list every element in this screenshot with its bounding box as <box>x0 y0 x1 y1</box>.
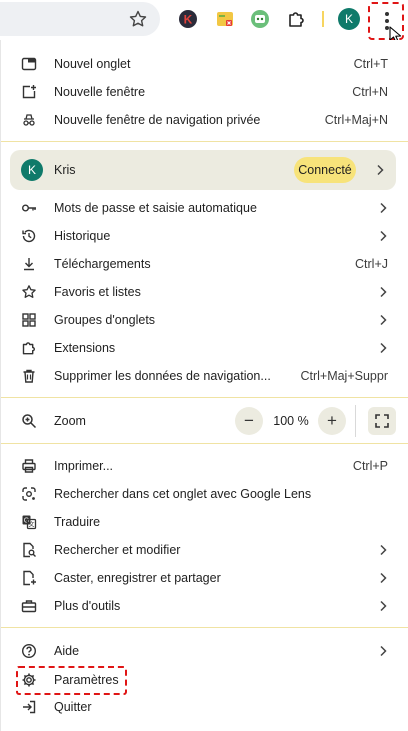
profile-avatar-button[interactable]: K <box>338 8 360 30</box>
exit-icon <box>23 700 36 714</box>
find-page-icon <box>23 542 36 558</box>
menu-item-label: Imprimer... <box>54 459 114 473</box>
zoom-out-button[interactable]: − <box>235 407 263 435</box>
history-icon <box>22 229 36 243</box>
svg-text:K: K <box>184 13 193 27</box>
chevron-right-icon <box>380 230 387 242</box>
shortcut-text: Ctrl+J <box>355 257 388 271</box>
fullscreen-button[interactable] <box>368 407 396 435</box>
menu-item-label: Traduire <box>54 515 101 529</box>
menu-divider <box>1 443 408 444</box>
menu-item-new-window[interactable]: Nouvelle fenêtre Ctrl+N <box>1 78 408 106</box>
menu-item-passwords[interactable]: Mots de passe et saisie automatique <box>1 194 408 222</box>
menu-item-translate[interactable]: G文 Traduire <box>1 508 408 536</box>
chevron-right-icon <box>380 286 387 298</box>
profile-row[interactable]: K Kris Connecté <box>10 150 396 190</box>
toolbox-icon <box>21 600 37 613</box>
browser-toolbar: K K <box>0 0 408 44</box>
shortcut-text: Ctrl+Maj+N <box>324 113 388 127</box>
shortcut-text: Ctrl+N <box>352 85 388 99</box>
menu-item-label: Mots de passe et saisie automatique <box>54 201 257 215</box>
menu-item-label: Rechercher et modifier <box>54 543 181 557</box>
printer-icon <box>22 459 36 473</box>
profile-name: Kris <box>54 163 76 177</box>
puzzle-icon[interactable] <box>286 9 306 29</box>
menu-item-extensions[interactable]: Extensions <box>1 334 408 362</box>
chevron-right-icon <box>380 645 387 657</box>
menu-item-label: Aide <box>54 644 80 658</box>
new-window-icon <box>22 85 36 99</box>
menu-item-label: Plus d'outils <box>54 599 121 613</box>
k-extension-icon[interactable]: K <box>178 9 198 29</box>
menu-item-label: Rechercher dans cet onglet avec Google L… <box>54 487 312 501</box>
zoom-separator <box>355 405 356 437</box>
menu-item-print[interactable]: Imprimer... Ctrl+P <box>1 452 408 480</box>
menu-item-google-lens[interactable]: Rechercher dans cet onglet avec Google L… <box>1 480 408 508</box>
zoom-icon <box>22 414 37 429</box>
menu-item-clear-data[interactable]: Supprimer les données de navigation... C… <box>1 362 408 390</box>
menu-item-label: Caster, enregistrer et partager <box>54 571 221 585</box>
new-tab-icon <box>21 57 37 71</box>
translate-icon: G文 <box>22 515 37 530</box>
chrome-main-menu: Nouvel onglet Ctrl+T Nouvelle fenêtre Ct… <box>0 40 408 731</box>
menu-item-label: Favoris et listes <box>54 285 141 299</box>
menu-item-new-tab[interactable]: Nouvel onglet Ctrl+T <box>1 50 408 78</box>
key-icon <box>22 204 36 212</box>
trash-icon <box>23 369 35 383</box>
chevron-right-icon <box>380 202 387 214</box>
zoom-in-button[interactable]: + <box>318 407 346 435</box>
chevron-right-icon <box>380 314 387 326</box>
zoom-row: Zoom − 100 % + <box>1 402 408 440</box>
cast-save-share-icon <box>23 570 36 586</box>
chevron-right-icon <box>377 164 384 176</box>
bookmark-star-icon[interactable] <box>128 9 148 29</box>
svg-text:文: 文 <box>28 521 34 529</box>
zoom-level: 100 % <box>273 414 309 428</box>
menu-item-label: Extensions <box>54 341 116 355</box>
chevron-right-icon <box>380 572 387 584</box>
menu-item-bookmarks[interactable]: Favoris et listes <box>1 278 408 306</box>
menu-item-find-edit[interactable]: Rechercher et modifier <box>1 536 408 564</box>
menu-item-label: Historique <box>54 229 111 243</box>
chevron-right-icon <box>380 600 387 612</box>
menu-item-cast[interactable]: Caster, enregistrer et partager <box>1 564 408 592</box>
menu-item-label: Nouvelle fenêtre de navigation privée <box>54 113 261 127</box>
shortcut-text: Ctrl+P <box>352 459 388 473</box>
robot-extension-icon[interactable] <box>250 9 270 29</box>
shortcut-text: Ctrl+T <box>353 57 388 71</box>
shortcut-text: Ctrl+Maj+Suppr <box>300 369 388 383</box>
menu-divider <box>1 141 408 142</box>
menu-item-incognito[interactable]: Nouvelle fenêtre de navigation privée Ct… <box>1 106 408 134</box>
menu-item-more-tools[interactable]: Plus d'outils <box>1 592 408 620</box>
zoom-label: Zoom <box>54 414 86 428</box>
avatar: K <box>21 159 43 181</box>
color-extension-icon[interactable] <box>215 9 235 29</box>
star-icon <box>22 285 36 298</box>
menu-item-label: Groupes d'onglets <box>54 313 156 327</box>
menu-item-label: Nouvelle fenêtre <box>54 85 146 99</box>
menu-divider <box>1 397 408 398</box>
menu-item-history[interactable]: Historique <box>1 222 408 250</box>
menu-item-label: Quitter <box>54 700 92 714</box>
download-icon <box>24 258 34 271</box>
menu-item-tab-groups[interactable]: Groupes d'onglets <box>1 306 408 334</box>
menu-item-downloads[interactable]: Téléchargements Ctrl+J <box>1 250 408 278</box>
menu-item-help[interactable]: Aide <box>1 637 408 665</box>
toolbar-separator <box>322 11 324 27</box>
chevron-right-icon <box>380 342 387 354</box>
help-icon <box>21 643 37 659</box>
menu-item-label: Supprimer les données de navigation... <box>54 369 271 383</box>
menu-item-label: Téléchargements <box>54 257 151 271</box>
google-lens-icon <box>22 487 36 501</box>
menu-divider <box>1 627 408 628</box>
menu-item-label: Nouvel onglet <box>54 57 131 71</box>
puzzle-icon <box>22 342 35 355</box>
menu-item-quit[interactable]: Quitter <box>1 693 408 721</box>
tab-groups-icon <box>22 313 36 327</box>
fullscreen-icon <box>375 414 389 428</box>
incognito-icon <box>23 114 35 126</box>
status-badge: Connecté <box>294 157 356 183</box>
chevron-right-icon <box>380 544 387 556</box>
settings-highlight-box <box>16 666 127 695</box>
